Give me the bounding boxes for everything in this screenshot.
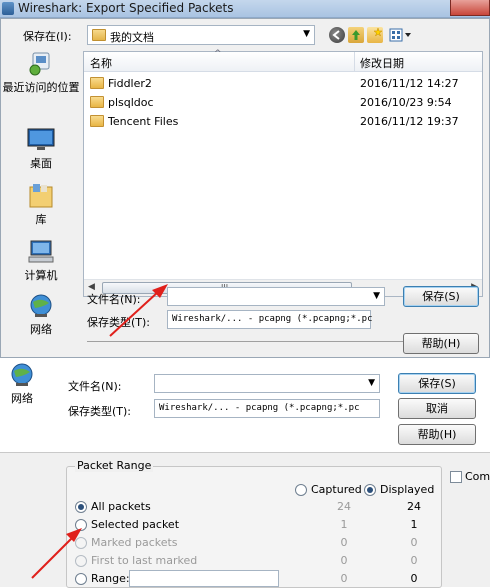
all-captured-count: 24 — [337, 500, 351, 513]
first-last-displayed-count: 0 — [410, 554, 418, 567]
file-list[interactable]: ^ 名称 修改日期 Fiddler2 2016/11/12 14:27 plsq… — [83, 49, 483, 297]
recent-places-icon — [29, 52, 50, 76]
close-button[interactable] — [450, 0, 490, 16]
file-row[interactable]: plsqldoc 2016/10/23 9:54 — [84, 93, 482, 112]
new-folder-icon[interactable] — [367, 27, 383, 43]
place-network-label: 网络 — [30, 323, 52, 336]
place-recent[interactable]: 最近访问的位置 — [1, 51, 81, 95]
selected-packet-radio[interactable] — [75, 519, 87, 531]
chevron-down-icon: ▼ — [303, 29, 310, 39]
displayed-radio[interactable] — [364, 484, 376, 496]
selected-displayed-count: 1 — [410, 518, 418, 531]
compress-label: Comp — [465, 470, 490, 483]
file-list-header: ^ 名称 修改日期 — [84, 49, 482, 72]
place-libraries[interactable]: 库 — [1, 183, 81, 227]
network-icon — [30, 294, 52, 317]
range-input[interactable] — [129, 570, 279, 587]
packet-range-group: Packet Range Captured Displayed All pack… — [66, 459, 442, 588]
column-modified[interactable]: 修改日期 — [360, 55, 404, 71]
marked-captured-count: 0 — [340, 536, 348, 549]
displayed-label: Displayed — [380, 483, 435, 496]
selected-captured-count: 1 — [340, 518, 348, 531]
filetype-dropdown[interactable]: Wireshark/... - pcapng (*.pcapng;*.pc — [167, 310, 373, 329]
place-network-secondary[interactable]: 网络 — [0, 362, 44, 406]
chevron-down-icon: ▼ — [368, 378, 375, 388]
captured-label: Captured — [311, 483, 362, 496]
filename-input[interactable]: ▼ — [154, 374, 380, 393]
file-name: Tencent Files — [108, 115, 179, 128]
title-bar: Wireshark: Export Specified Packets — [0, 0, 490, 18]
file-modified: 2016/10/23 9:54 — [360, 96, 452, 109]
folder-icon — [90, 96, 104, 108]
marked-packets-label: Marked packets — [91, 536, 178, 549]
place-computer[interactable]: 计算机 — [1, 239, 81, 283]
place-recent-label: 最近访问的位置 — [2, 81, 80, 94]
file-modified: 2016/11/12 14:27 — [360, 77, 459, 90]
cancel-button[interactable]: 取消 — [398, 398, 476, 419]
range-displayed-count: 0 — [410, 572, 418, 585]
filetype-value: Wireshark/... - pcapng (*.pcapng;*.pc — [172, 314, 373, 324]
compress-checkbox[interactable] — [450, 471, 462, 483]
filetype-value: Wireshark/... - pcapng (*.pcapng;*.pc — [159, 403, 360, 413]
chevron-down-icon: ▼ — [373, 291, 380, 301]
folder-icon — [90, 115, 104, 127]
marked-displayed-count: 0 — [410, 536, 418, 549]
place-desktop-label: 桌面 — [30, 157, 52, 170]
computer-icon — [28, 240, 54, 263]
filetype-dropdown[interactable]: Wireshark/... - pcapng (*.pcapng;*.pc — [154, 399, 380, 418]
filetype-label: 保存类型(T): — [68, 405, 132, 418]
filetype-label: 保存类型(T): — [87, 316, 151, 329]
packet-range-title: Packet Range — [75, 459, 154, 472]
up-folder-icon[interactable] — [348, 27, 364, 43]
packet-range-panel: Packet Range Captured Displayed All pack… — [0, 452, 490, 588]
help-button[interactable]: 帮助(H) — [398, 424, 476, 445]
folder-icon — [90, 77, 104, 89]
libraries-icon — [29, 184, 53, 208]
save-button[interactable]: 保存(S) — [403, 286, 479, 307]
file-name: Fiddler2 — [108, 77, 152, 90]
file-modified: 2016/11/12 19:37 — [360, 115, 459, 128]
filename-label: 文件名(N): — [68, 380, 122, 393]
filename-label: 文件名(N): — [87, 293, 141, 306]
save-in-dropdown[interactable]: 我的文档 ▼ — [87, 25, 315, 45]
save-in-value: 我的文档 — [110, 31, 154, 44]
marked-packets-radio[interactable] — [75, 537, 87, 549]
all-packets-radio[interactable] — [75, 501, 87, 513]
place-network-label: 网络 — [11, 392, 33, 405]
captured-radio[interactable] — [295, 484, 307, 496]
first-last-captured-count: 0 — [340, 554, 348, 567]
file-name: plsqldoc — [108, 96, 154, 109]
network-icon — [11, 363, 33, 386]
desktop-icon — [27, 128, 55, 150]
first-to-last-label: First to last marked — [91, 554, 198, 567]
save-in-label: 保存在(I): — [23, 30, 72, 43]
place-libraries-label: 库 — [35, 213, 47, 226]
wireshark-app-icon — [2, 2, 14, 15]
all-packets-label: All packets — [91, 500, 151, 513]
place-computer-label: 计算机 — [24, 269, 58, 282]
save-button[interactable]: 保存(S) — [398, 373, 476, 394]
back-icon[interactable] — [329, 27, 345, 43]
range-radio[interactable] — [75, 573, 87, 585]
all-displayed-count: 24 — [407, 500, 421, 513]
file-row[interactable]: Fiddler2 2016/11/12 14:27 — [84, 74, 482, 93]
help-button[interactable]: 帮助(H) — [403, 333, 479, 354]
folder-icon — [92, 29, 106, 41]
column-name[interactable]: 名称 — [90, 55, 112, 71]
range-label: Range: — [91, 572, 130, 585]
file-row[interactable]: Tencent Files 2016/11/12 19:37 — [84, 112, 482, 131]
sort-ascending-icon: ^ — [214, 49, 222, 59]
window-title: Wireshark: Export Specified Packets — [18, 1, 234, 15]
first-to-last-radio[interactable] — [75, 555, 87, 567]
save-dialog-primary: 保存在(I): 我的文档 ▼ 最近访问的位置 桌面 库 计算机 网络 ^ 名称 … — [0, 18, 490, 358]
save-dialog-secondary: 网络 文件名(N): ▼ 保存(S) 保存类型(T): Wireshark/..… — [0, 358, 490, 450]
range-captured-count: 0 — [340, 572, 348, 585]
place-network[interactable]: 网络 — [1, 293, 81, 337]
place-desktop[interactable]: 桌面 — [1, 127, 81, 171]
filename-input[interactable]: ▼ — [167, 287, 385, 306]
selected-packet-label: Selected packet — [91, 518, 180, 531]
view-menu-icon[interactable] — [389, 27, 413, 43]
